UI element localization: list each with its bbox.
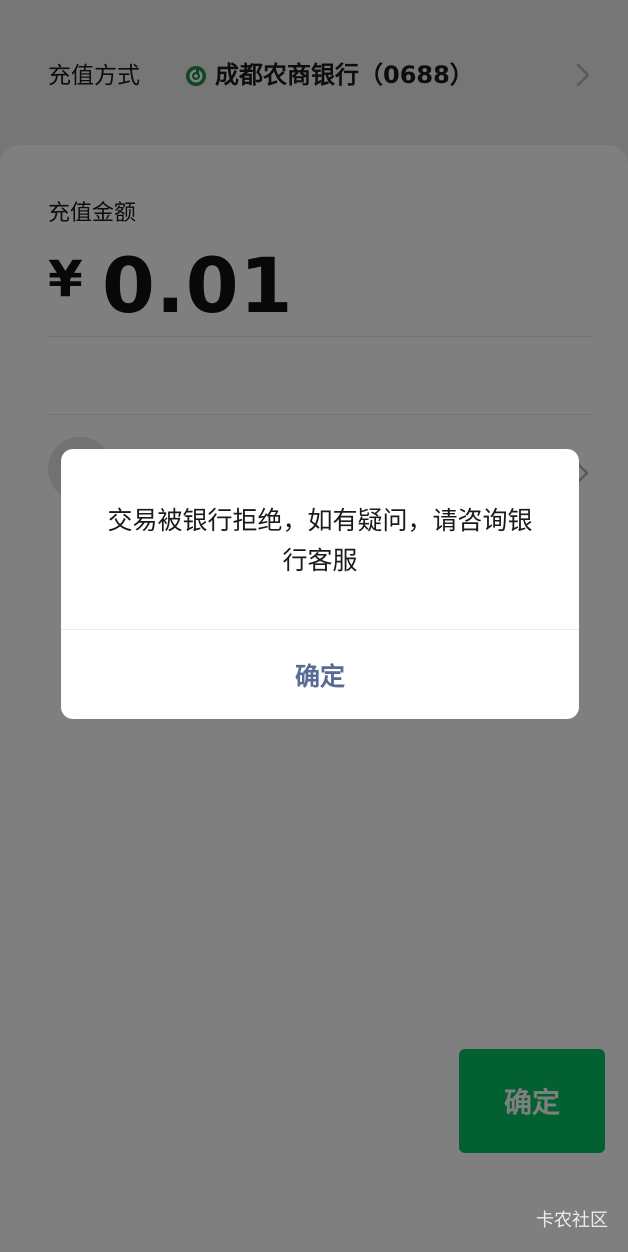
- alert-dialog: 交易被银行拒绝，如有疑问，请咨询银行客服 确定: [61, 449, 579, 719]
- watermark: 卡农社区: [536, 1210, 608, 1231]
- dialog-message: 交易被银行拒绝，如有疑问，请咨询银行客服: [107, 506, 533, 575]
- dialog-confirm-button[interactable]: 确定: [61, 630, 579, 719]
- recharge-page: 充值方式 成都农商银行（0688） 充值金额 ¥ 0.01: [0, 0, 628, 1252]
